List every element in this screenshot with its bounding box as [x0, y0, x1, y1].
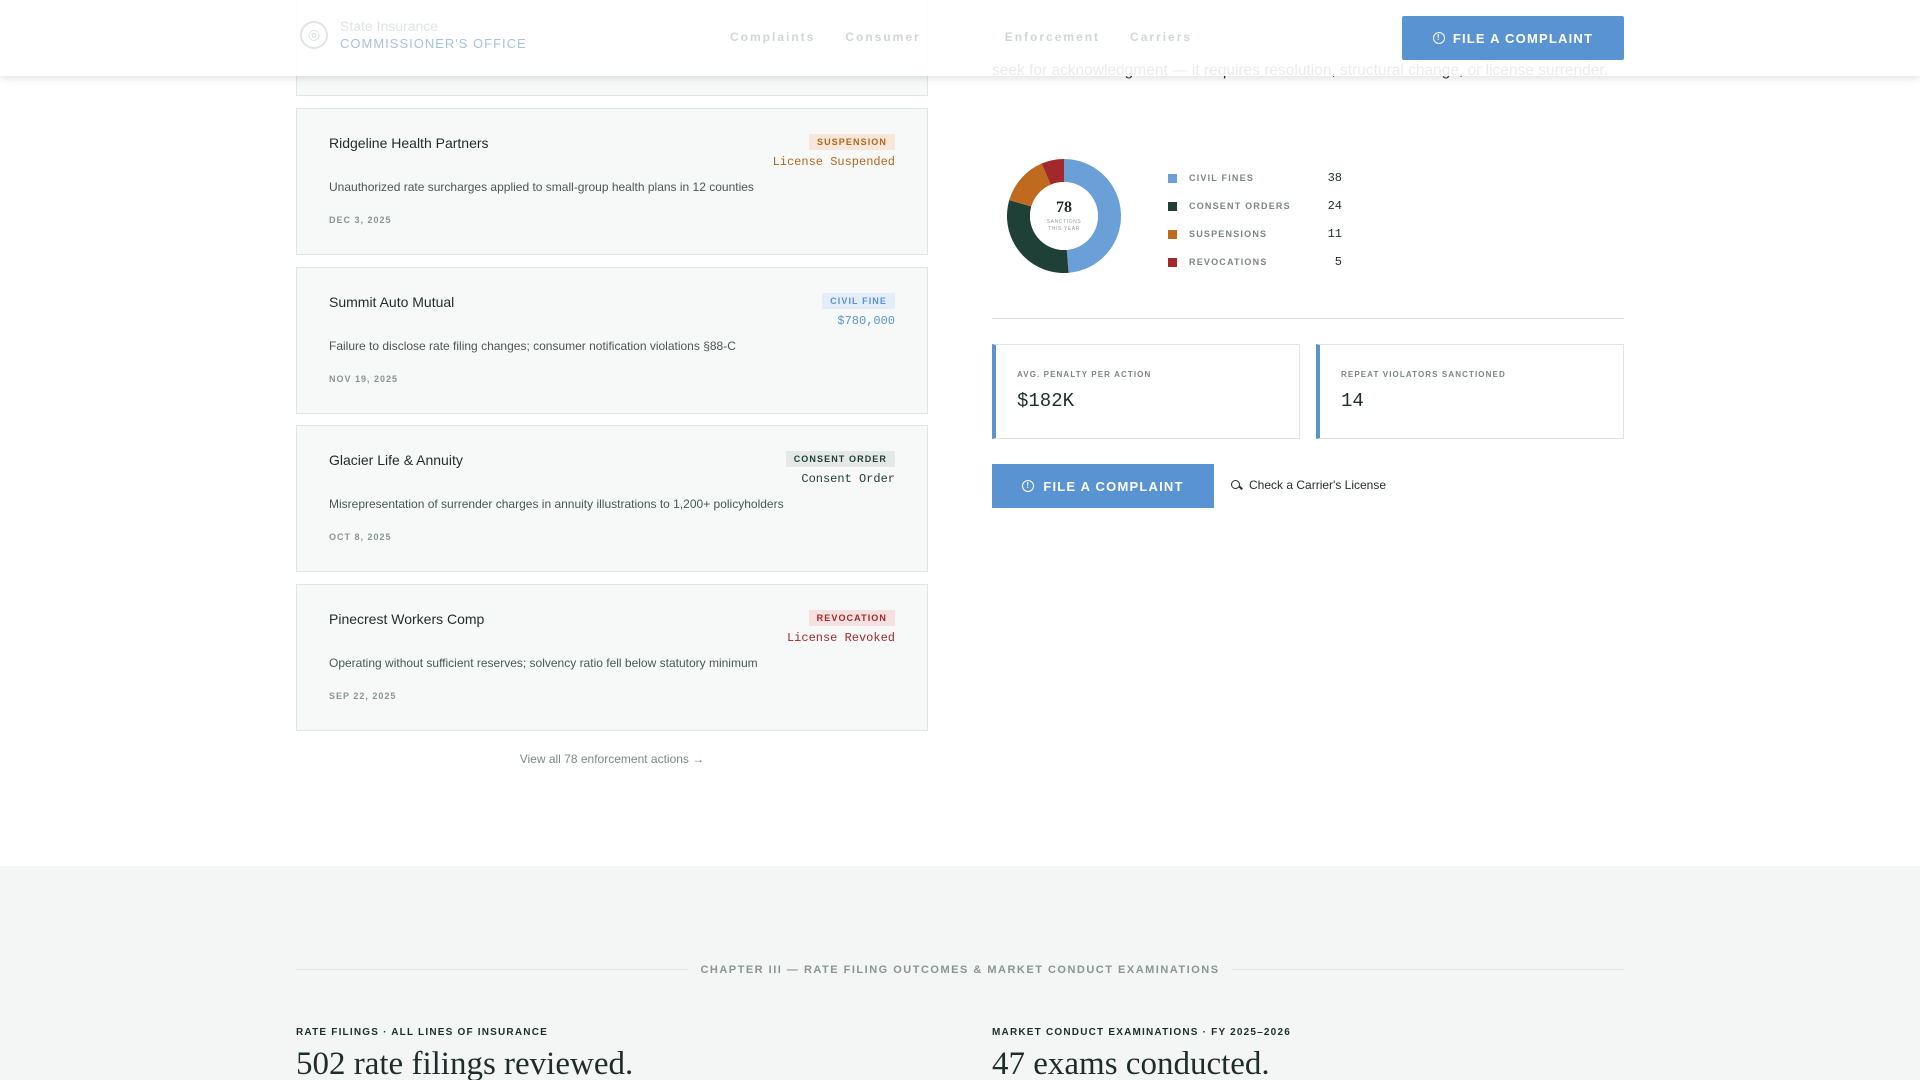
exams-kicker: Market Conduct Examinations · FY 2025–20…	[992, 1027, 1291, 1038]
card-badge: Revocation	[808, 610, 895, 626]
action-card[interactable]: Glacier Life & Annuity Consent Order Conse…	[296, 425, 928, 572]
check-license-link[interactable]: Check a Carrier's License	[1231, 478, 1386, 492]
donut-center: 78 SANCTIONS THIS YEAR	[1006, 158, 1122, 274]
card-status: Consent Order	[801, 472, 895, 486]
check-license-label: Check a Carrier's License	[1249, 478, 1387, 492]
legend-value: 38	[1327, 171, 1342, 185]
nav-item-carriers[interactable]: Carriers	[1130, 30, 1192, 44]
card-description: Operating without sufficient reserves; s…	[329, 656, 758, 670]
card-date: DEC 3, 2025	[329, 215, 392, 225]
card-status: $780,000	[837, 314, 895, 328]
card-badge: Suspension	[808, 134, 895, 150]
card-date: SEP 22, 2025	[329, 691, 397, 701]
legend-swatch	[1168, 257, 1177, 267]
info-icon: !	[1432, 32, 1445, 44]
legend-swatch	[1168, 229, 1177, 239]
chart-legend: Civil Fines 38 Consent Orders 24 Suspensions…	[1168, 164, 1342, 276]
legend-label: Civil Fines	[1189, 173, 1255, 183]
action-card[interactable]: Summit Auto Mutual Civil Fine $780,000 Fail…	[296, 267, 928, 414]
header-file-complaint-button[interactable]: ! FILE A COMPLAINT	[1402, 16, 1624, 60]
legend-item: Consent Orders 24	[1168, 192, 1342, 220]
divider	[992, 318, 1624, 319]
card-date: NOV 19, 2025	[329, 374, 399, 384]
donut-caption: SANCTIONS THIS YEAR	[1046, 219, 1082, 232]
card-company: Pinecrest Workers Comp	[329, 611, 485, 627]
card-status: License Suspended	[772, 155, 895, 169]
stat-value: $182K	[1017, 390, 1075, 412]
seal-icon: ◎	[300, 20, 328, 49]
card-status: License Revoked	[786, 631, 895, 645]
brand[interactable]: ◎ State Insurance Commissioner's Office	[300, 18, 527, 52]
exams-heading: 47 exams conducted.	[992, 1046, 1270, 1080]
cta-label: FILE A COMPLAINT	[1043, 478, 1184, 494]
nav-item-consumer[interactable]: Consumer	[845, 30, 920, 44]
donut-total: 78	[1056, 199, 1072, 216]
brand-office: Commissioner's Office	[340, 35, 527, 51]
legend-label: Consent Orders	[1189, 201, 1291, 211]
legend-label: Revocations	[1189, 257, 1268, 267]
stat-label: Repeat Violators Sanctioned	[1341, 370, 1506, 379]
rate-filings-kicker: Rate Filings · All Lines of Insurance	[296, 1027, 548, 1038]
card-description: Misrepresentation of surrender charges i…	[329, 497, 784, 511]
legend-label: Suspensions	[1189, 229, 1268, 239]
chapter-title: Chapter III — Rate Filing Outcomes & Mar…	[700, 964, 1220, 976]
legend-swatch	[1168, 201, 1177, 211]
brand-name: State Insurance	[340, 18, 439, 34]
card-badge: Civil Fine	[822, 293, 895, 309]
legend-item: Suspensions 11	[1168, 220, 1342, 248]
file-complaint-button[interactable]: ! FILE A COMPLAINT	[992, 464, 1214, 508]
action-card[interactable]: Pinecrest Workers Comp Revocation License …	[296, 584, 928, 731]
card-date: OCT 8, 2025	[329, 532, 392, 542]
card-description: Unauthorized rate surcharges applied to …	[329, 180, 754, 194]
stat-value: 14	[1341, 390, 1364, 412]
action-card[interactable]: Ridgeline Health Partners Suspension Licen…	[296, 108, 928, 255]
card-badge: Consent Order	[785, 451, 895, 467]
card-company: Glacier Life & Annuity	[329, 452, 463, 468]
card-company: Summit Auto Mutual	[329, 294, 455, 310]
legend-item: Revocations 5	[1168, 248, 1342, 276]
nav-item-complaints[interactable]: Complaints	[730, 30, 815, 44]
legend-item: Civil Fines 38	[1168, 164, 1342, 192]
header-cta-label: FILE A COMPLAINT	[1452, 30, 1594, 46]
legend-swatch	[1168, 173, 1177, 183]
rate-filings-heading: 502 rate filings reviewed.	[296, 1046, 634, 1080]
main-nav: Complaints Consumer Enforcement Carriers	[730, 30, 1192, 44]
stat-repeat-violators: Repeat Violators Sanctioned 14	[1316, 344, 1624, 439]
sanctions-donut-chart: 78 SANCTIONS THIS YEAR	[1006, 158, 1122, 274]
card-description: Failure to disclose rate filing changes;…	[329, 339, 736, 353]
nav-item-enforcement[interactable]: Enforcement	[1005, 30, 1100, 44]
legend-value: 5	[1334, 255, 1342, 269]
stat-label: Avg. Penalty Per Action	[1017, 370, 1152, 379]
site-header: ◎ State Insurance Commissioner's Office …	[0, 0, 1920, 76]
legend-value: 11	[1327, 227, 1342, 241]
legend-value: 24	[1327, 199, 1342, 213]
search-icon	[1231, 479, 1242, 491]
card-company: Ridgeline Health Partners	[329, 135, 489, 151]
info-icon: !	[1022, 480, 1035, 492]
view-all-actions-link[interactable]: View all 78 enforcement actions →	[296, 752, 928, 766]
stat-avg-penalty: Avg. Penalty Per Action $182K	[992, 344, 1300, 439]
